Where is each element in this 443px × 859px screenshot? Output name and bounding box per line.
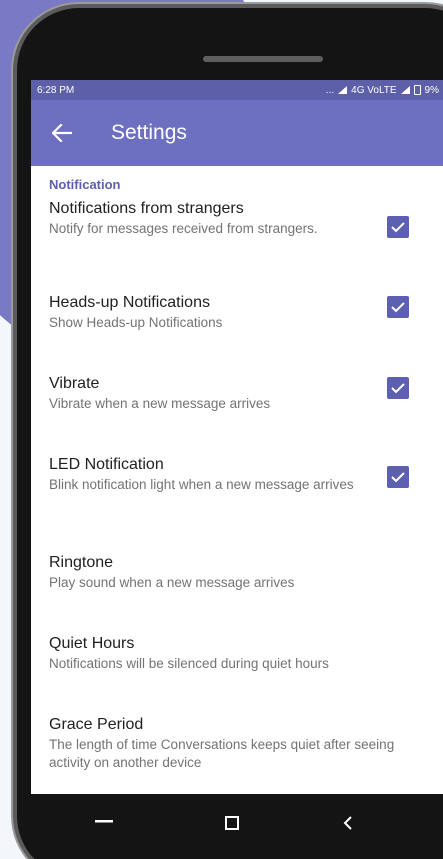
led-checkbox[interactable] bbox=[387, 466, 409, 488]
status-battery: 9% bbox=[424, 84, 439, 96]
pref-summary: Blink notification light when a new mess… bbox=[49, 477, 354, 492]
pref-summary: The length of time Conversations keeps q… bbox=[49, 737, 395, 770]
status-network: 4G VoLTE bbox=[351, 84, 397, 96]
status-time: 6:28 PM bbox=[37, 84, 75, 96]
strangers-checkbox[interactable] bbox=[387, 216, 409, 238]
pref-title: Vibrate bbox=[49, 375, 100, 392]
battery-icon bbox=[413, 85, 421, 95]
check-icon bbox=[391, 302, 405, 313]
pref-summary: Play sound when a new message arrives bbox=[49, 575, 295, 590]
pref-title: Grace Period bbox=[49, 716, 144, 733]
pref-quiet-hours[interactable]: Quiet Hours Notifications will be silenc… bbox=[31, 635, 443, 704]
pref-summary: Notifications will be silenced during qu… bbox=[49, 656, 329, 671]
pref-title: Quiet Hours bbox=[49, 635, 135, 652]
status-bar: 6:28 PM ... 4G VoLTE 9% bbox=[31, 80, 443, 100]
pref-led-notification[interactable]: LED Notification Blink notification ligh… bbox=[31, 456, 443, 542]
back-button[interactable] bbox=[47, 118, 77, 148]
signal-icon bbox=[338, 86, 348, 94]
pref-heads-up-notifications[interactable]: Heads-up Notifications Show Heads-up Not… bbox=[31, 294, 443, 363]
speaker-grille bbox=[203, 56, 323, 62]
back-nav-button[interactable] bbox=[328, 803, 368, 843]
pref-ringtone[interactable]: Ringtone Play sound when a new message a… bbox=[31, 554, 443, 623]
page: 6:28 PM ... 4G VoLTE 9% Settings Notific… bbox=[0, 0, 443, 859]
page-title: Settings bbox=[111, 121, 187, 144]
square-home-icon bbox=[225, 816, 239, 830]
pref-title: LED Notification bbox=[49, 456, 164, 473]
signal-icon-2 bbox=[400, 86, 410, 94]
pref-title: Ringtone bbox=[49, 554, 114, 571]
app-bar: Settings bbox=[31, 100, 443, 166]
check-icon bbox=[391, 222, 405, 233]
home-button[interactable] bbox=[212, 803, 252, 843]
pref-title: Notifications from strangers bbox=[49, 200, 244, 217]
status-dots: ... bbox=[325, 84, 335, 96]
arrow-left-icon bbox=[52, 124, 72, 142]
pref-summary: Vibrate when a new message arrives bbox=[49, 396, 271, 411]
status-indicators: ... 4G VoLTE 9% bbox=[326, 85, 439, 96]
vibrate-checkbox[interactable] bbox=[387, 377, 409, 399]
pref-notifications-from-strangers[interactable]: Notifications from strangers Notify for … bbox=[31, 200, 443, 282]
navigation-bar bbox=[0, 794, 443, 859]
menu-icon bbox=[95, 820, 113, 823]
pref-grace-period[interactable]: Grace Period The length of time Conversa… bbox=[31, 716, 443, 794]
pref-summary: Notify for messages received from strang… bbox=[49, 221, 318, 236]
check-icon bbox=[391, 383, 405, 394]
screen: 6:28 PM ... 4G VoLTE 9% Settings Notific… bbox=[31, 80, 443, 794]
chevron-left-icon bbox=[343, 816, 352, 830]
pref-title: Heads-up Notifications bbox=[49, 294, 210, 311]
pref-summary: Show Heads-up Notifications bbox=[49, 315, 223, 330]
menu-button[interactable] bbox=[84, 802, 124, 842]
pref-vibrate[interactable]: Vibrate Vibrate when a new message arriv… bbox=[31, 375, 443, 444]
section-header: Notification bbox=[49, 177, 121, 192]
heads-up-checkbox[interactable] bbox=[387, 296, 409, 318]
check-icon bbox=[391, 472, 405, 483]
